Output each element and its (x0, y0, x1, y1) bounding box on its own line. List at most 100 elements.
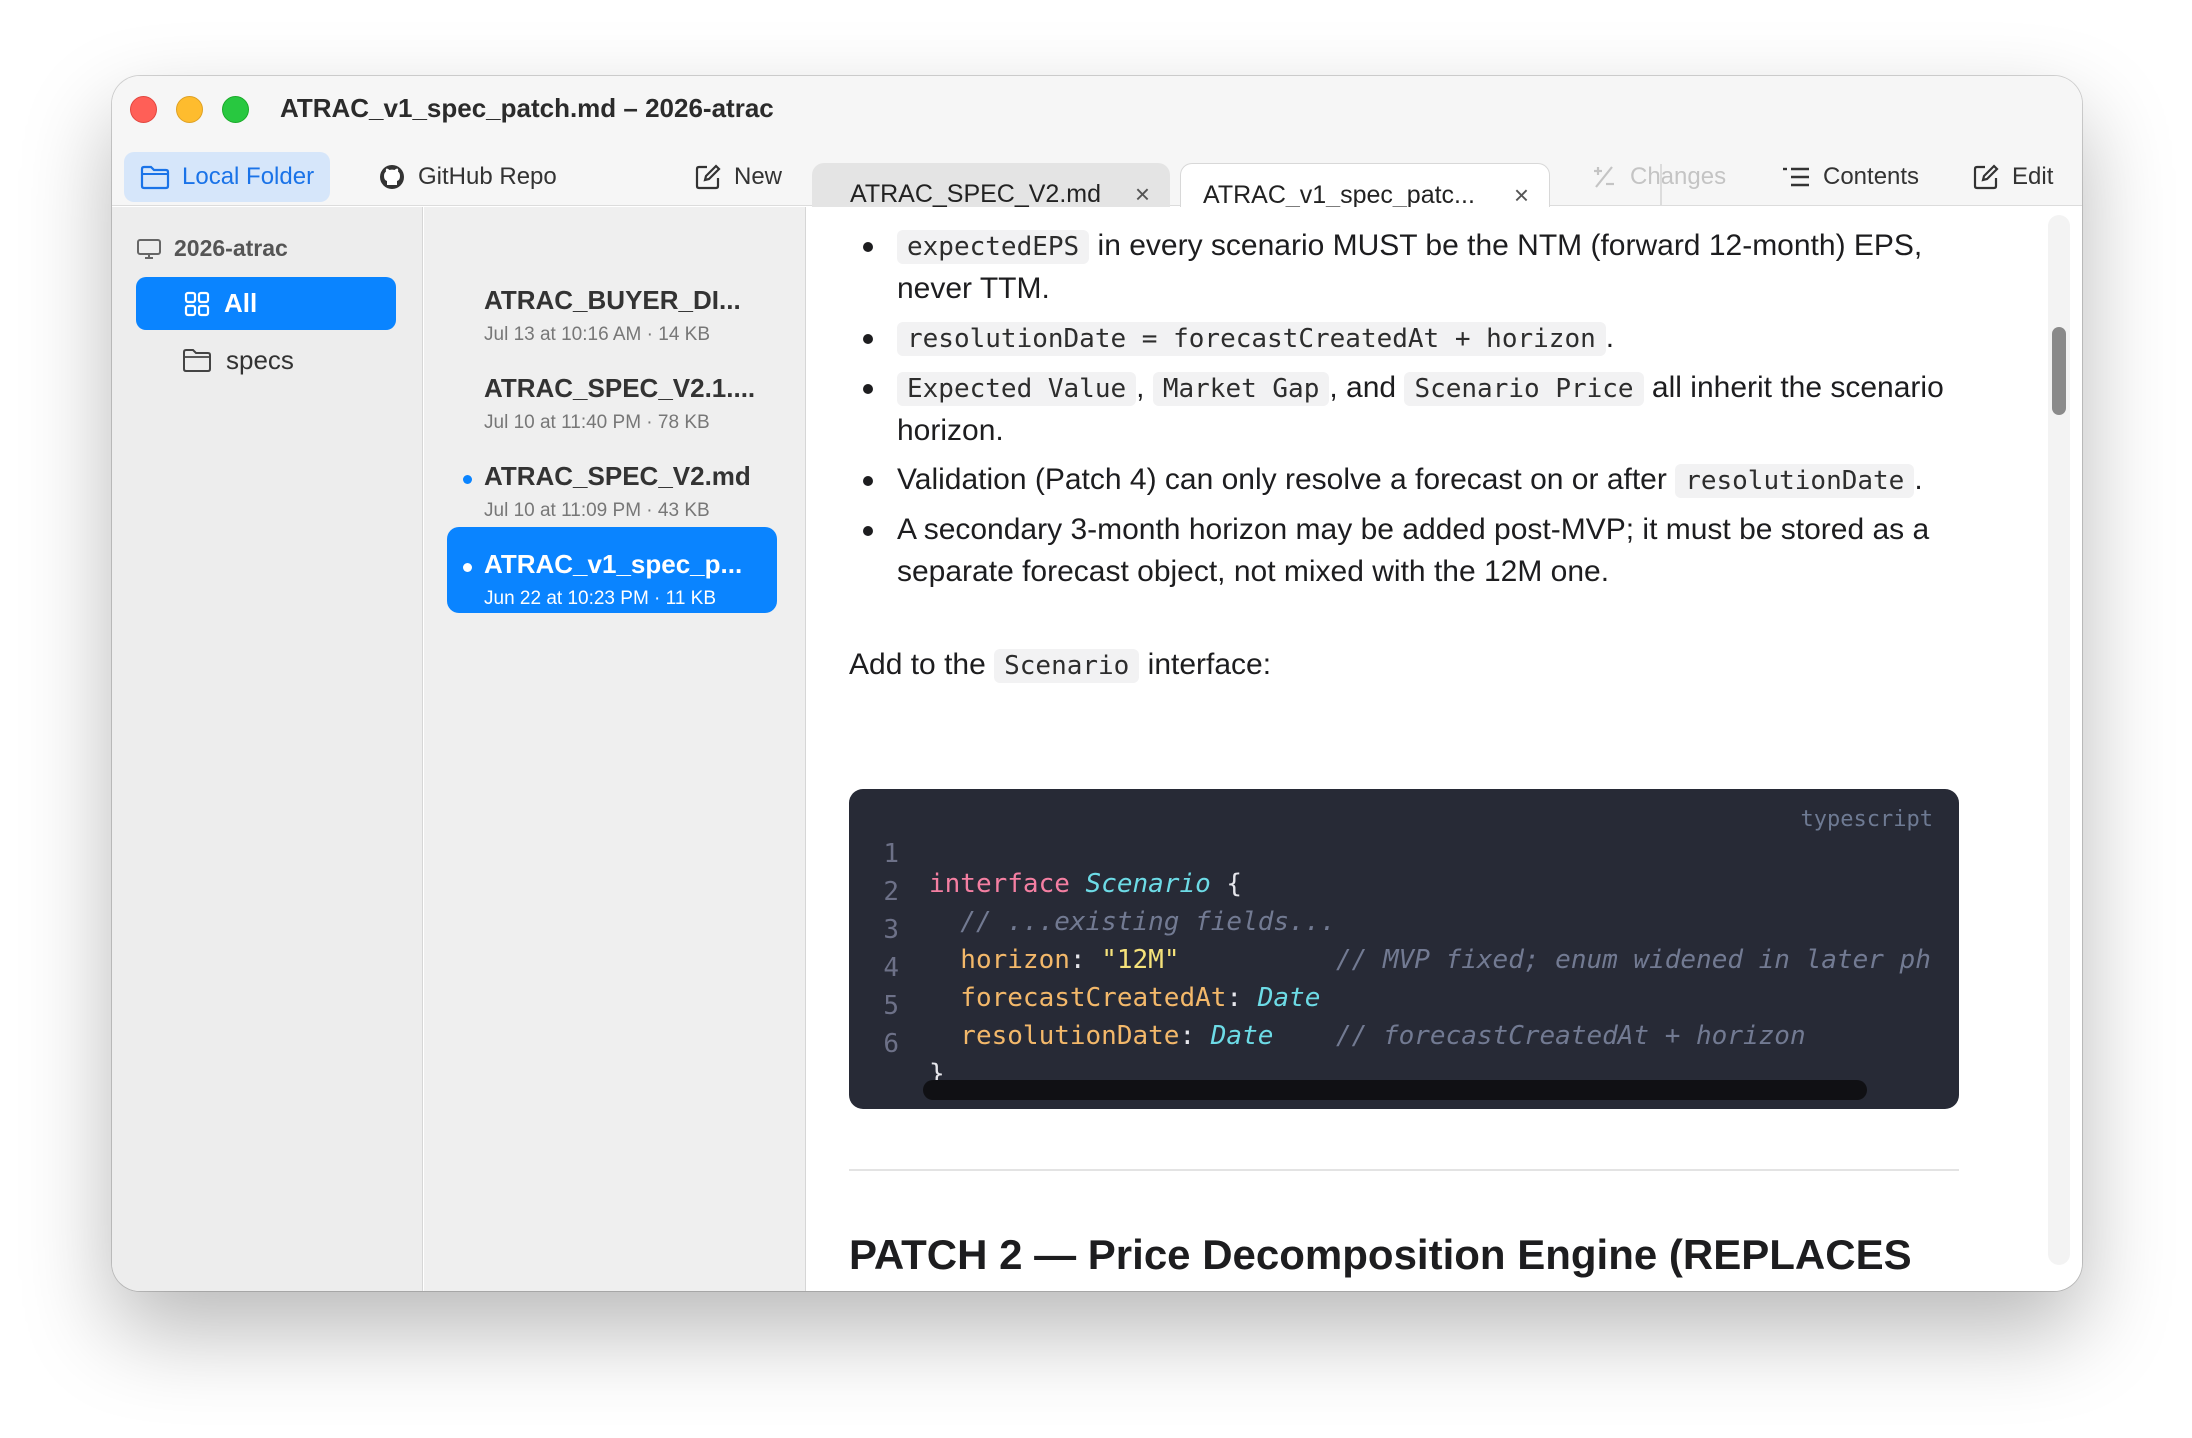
list-item-text: , and (1329, 371, 1405, 404)
list-item: A secondary 3-month horizon may be added… (863, 509, 1997, 593)
code-punct: : (1179, 1021, 1211, 1051)
code-language-label: typescript (1800, 807, 1933, 832)
file-meta: Jul 10 at 11:40 PM · 78 KB (484, 412, 710, 433)
list-item-text: , (1136, 371, 1153, 404)
file-name: ATRAC_SPEC_V2.1.... (484, 373, 756, 403)
github-repo-label: GitHub Repo (418, 163, 557, 190)
code-punct: { (1210, 869, 1243, 899)
sidebar-item-all[interactable]: All (136, 277, 396, 330)
code-block[interactable]: typescript 1 interface Scenario { 2 // .… (849, 789, 1959, 1109)
diff-icon (1594, 166, 1614, 188)
computer-icon (137, 238, 161, 259)
tab-label: ATRAC_SPEC_V2.md (850, 179, 1102, 208)
list-item-text: A secondary 3-month horizon may be added… (897, 513, 1930, 588)
tab-close-icon[interactable]: × (1135, 179, 1150, 210)
code-line: 1 interface Scenario { (849, 809, 1242, 899)
code-type: Date (1210, 1021, 1274, 1051)
folder-icon (183, 349, 211, 372)
bullet-list: expectedEPS in every scenario MUST be th… (863, 225, 1997, 600)
code-punct: : (1069, 945, 1102, 975)
sidebar-root-label: 2026-atrac (174, 235, 288, 261)
divider (849, 1169, 1959, 1171)
local-folder-label: Local Folder (182, 163, 315, 190)
file-meta: Jun 22 at 10:23 PM · 11 KB (484, 588, 717, 609)
file-item-selected[interactable]: ATRAC_v1_spec_p... Jun 22 at 10:23 PM · … (447, 527, 777, 613)
file-name: ATRAC_v1_spec_p... (484, 549, 743, 579)
code-string: "12M" (1101, 945, 1180, 975)
code-type: Scenario (1085, 869, 1211, 899)
list-item-text: . (1914, 463, 1923, 496)
zoom-window-button[interactable] (222, 96, 249, 123)
paragraph-text: interface: (1139, 648, 1272, 681)
contents-label: Contents (1823, 163, 1920, 190)
sidebar: 2026-atrac All specs (112, 207, 423, 1291)
code-horizontal-scrollbar[interactable] (923, 1080, 1867, 1100)
file-meta: Jul 10 at 11:09 PM · 43 KB (484, 500, 710, 521)
toolbar-divider (1660, 164, 1662, 206)
line-number: 6 (883, 1029, 899, 1059)
edit-icon (1973, 164, 1999, 190)
code-comment: // ...existing fields... (929, 907, 1336, 937)
inline-code: Market Gap (1152, 372, 1330, 406)
changes-button[interactable]: Changes (1574, 152, 1742, 202)
code-comment: // forecastCreatedAt + horizon (1273, 1021, 1806, 1051)
list-item: Validation (Patch 4) can only resolve a … (863, 459, 1997, 502)
file-item[interactable]: ATRAC_SPEC_V2.md Jul 10 at 11:09 PM · 43… (447, 439, 777, 525)
sidebar-item-label: specs (226, 344, 294, 375)
sidebar-root[interactable]: 2026-atrac (136, 235, 288, 262)
close-window-button[interactable] (130, 96, 157, 123)
paragraph: Add to the Scenario interface: (849, 644, 1271, 687)
github-icon (380, 165, 404, 189)
contents-button[interactable]: Contents (1765, 152, 1935, 202)
inline-code: Expected Value (897, 372, 1137, 406)
inline-code: resolutionDate (1675, 464, 1915, 498)
list-item: expectedEPS in every scenario MUST be th… (863, 225, 1997, 310)
list-icon (1783, 167, 1809, 187)
code-line: 5 resolutionDate: Date // forecastCreate… (849, 961, 1805, 1051)
file-list: ATRAC_BUYER_DI... Jul 13 at 10:16 AM · 1… (424, 207, 806, 1291)
list-item: Expected Value, Market Gap, and Scenario… (863, 367, 1997, 452)
paragraph-text: Add to the (849, 648, 995, 681)
inline-code: Scenario Price (1404, 372, 1644, 406)
list-item-text: Validation (Patch 4) can only resolve a … (897, 463, 1676, 496)
sidebar-item-label: All (224, 288, 258, 318)
file-item[interactable]: ATRAC_BUYER_DI... Jul 13 at 10:16 AM · 1… (447, 263, 777, 349)
inline-code: Scenario (994, 649, 1140, 683)
file-name: ATRAC_BUYER_DI... (484, 285, 741, 315)
compose-icon (695, 164, 721, 190)
section-heading: PATCH 2 — Price Decomposition Engine (RE… (849, 1231, 1912, 1291)
app-window: ATRAC_v1_spec_patch.md – 2026-atrac Loca… (112, 76, 2082, 1291)
code-line: 6 } (849, 999, 974, 1089)
inline-code: resolutionDate = forecastCreatedAt + hor… (897, 322, 1606, 356)
code-type: Date (1257, 983, 1321, 1013)
open-indicator-dot (463, 563, 472, 572)
list-item: resolutionDate = forecastCreatedAt + hor… (863, 317, 1997, 360)
folder-icon (140, 165, 170, 190)
vertical-scrollbar-thumb[interactable] (2052, 327, 2066, 415)
grid-icon (184, 291, 210, 316)
github-repo-button[interactable]: GitHub Repo (362, 152, 573, 202)
minimize-window-button[interactable] (176, 96, 203, 123)
new-label: New (734, 163, 783, 190)
title-bar: ATRAC_v1_spec_patch.md – 2026-atrac (112, 76, 2082, 140)
code-line: 4 forecastCreatedAt: Date (849, 923, 1320, 1013)
document-view[interactable]: expectedEPS in every scenario MUST be th… (807, 207, 2082, 1291)
code-punct: : (1226, 983, 1258, 1013)
window-title: ATRAC_v1_spec_patch.md – 2026-atrac (280, 93, 774, 123)
file-name: ATRAC_SPEC_V2.md (484, 461, 751, 491)
new-button[interactable]: New (678, 152, 798, 202)
code-line: 3 horizon: "12M" // MVP fixed; enum wide… (849, 885, 1931, 975)
local-folder-button[interactable]: Local Folder (124, 152, 331, 202)
edit-button[interactable]: Edit (1956, 152, 2069, 202)
code-comment: // MVP fixed; enum widened in later ph (1179, 945, 1931, 975)
edit-label: Edit (2012, 163, 2054, 190)
sidebar-item-specs[interactable]: specs (182, 335, 294, 385)
inline-code: expectedEPS (897, 230, 1090, 264)
changes-label: Changes (1630, 163, 1727, 190)
list-item-text: . (1605, 321, 1615, 354)
open-indicator-dot (463, 475, 472, 484)
file-item[interactable]: ATRAC_SPEC_V2.1.... Jul 10 at 11:40 PM ·… (447, 351, 777, 437)
code-line: 2 // ...existing fields... (849, 847, 1336, 937)
file-meta: Jul 13 at 10:16 AM · 14 KB (484, 324, 711, 345)
tab-label: ATRAC_v1_spec_patc... (1203, 181, 1475, 209)
